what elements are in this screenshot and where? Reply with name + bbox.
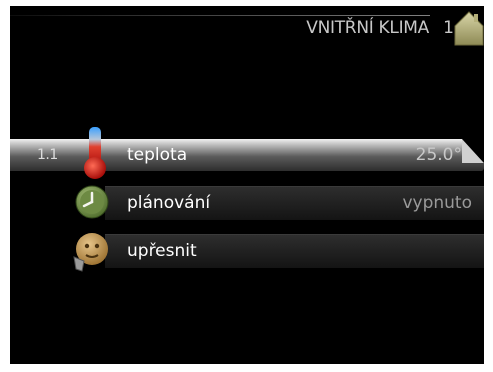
- home-icon[interactable]: [454, 10, 484, 46]
- clock-icon: [75, 185, 109, 219]
- menu-item-value: 25.0°: [415, 145, 462, 165]
- menu-item-value: vypnuto: [402, 193, 472, 213]
- menu-item-label: teplota: [127, 145, 188, 165]
- display-screen: VNITŘNÍ KLIMA 1 1.1 teplota 25.0° plánov…: [10, 6, 484, 364]
- header-divider: [10, 15, 430, 16]
- menu-item-upresnit[interactable]: upřesnit: [105, 234, 484, 268]
- thermometer-icon: [84, 127, 106, 179]
- corner-fold-icon: [462, 139, 484, 163]
- page-title: VNITŘNÍ KLIMA: [306, 18, 429, 38]
- menu-number: 1: [443, 18, 454, 38]
- menu-item-label: plánování: [127, 193, 211, 213]
- settings-face-icon: [73, 233, 108, 272]
- menu-item-planovani[interactable]: plánování vypnuto: [105, 186, 484, 220]
- menu-item-number: 1.1: [37, 147, 58, 163]
- menu-item-label: upřesnit: [127, 241, 197, 261]
